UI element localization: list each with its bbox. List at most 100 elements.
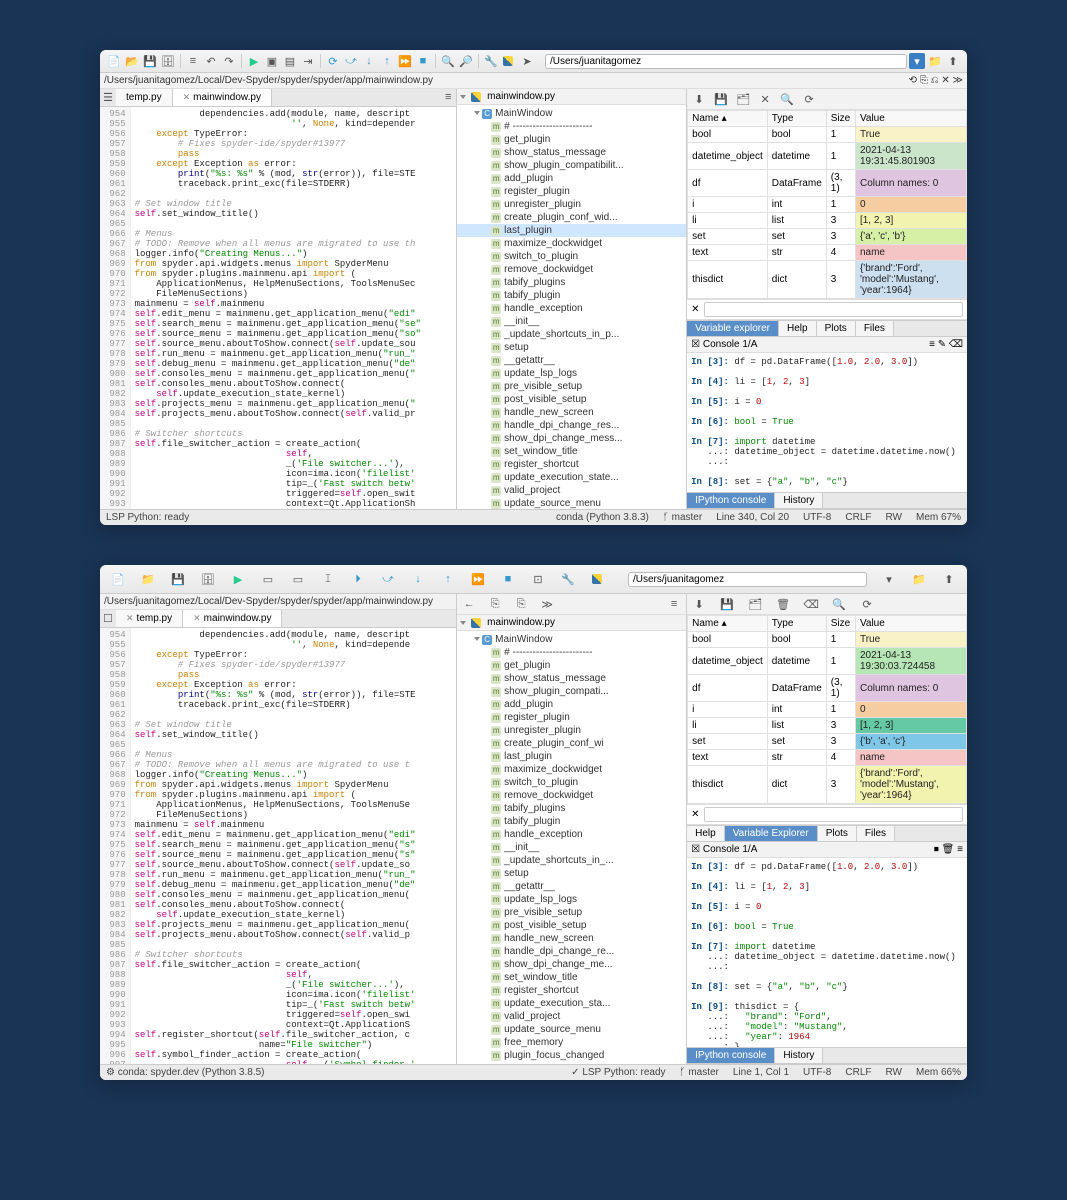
pane-tab-variable-explorer[interactable]: Variable explorer — [687, 321, 779, 336]
outline-item[interactable]: mpre_visible_setup — [457, 380, 686, 393]
save-as-icon[interactable]: 🗂 — [747, 596, 763, 612]
tab-temp-py[interactable]: ✕ temp.py — [116, 610, 183, 627]
outline-item[interactable]: m__getattr__ — [457, 880, 686, 893]
working-dir-input[interactable] — [545, 54, 907, 69]
save-data-icon[interactable]: 💾 — [713, 91, 729, 107]
var-row[interactable]: boolbool1True — [688, 632, 967, 648]
open-file-icon[interactable]: 📂 — [124, 53, 140, 69]
outline-item[interactable]: mregister_plugin — [457, 185, 686, 198]
outline-item[interactable]: mshow_status_message — [457, 672, 686, 685]
pane-tab-help[interactable]: Help — [687, 826, 725, 841]
var-row[interactable]: datetime_objectdatetime12021-04-13 19:30… — [688, 648, 967, 675]
redo-icon[interactable]: ↷ — [221, 53, 237, 69]
outline-item[interactable]: mswitch_to_plugin — [457, 250, 686, 263]
outline-item[interactable]: mpost_visible_setup — [457, 919, 686, 932]
search-var-icon[interactable]: 🔍 — [779, 91, 795, 107]
outline-item[interactable]: mget_plugin — [457, 659, 686, 672]
delete-all-icon[interactable]: ✕ — [757, 91, 773, 107]
pane-tab-files[interactable]: Files — [857, 826, 895, 841]
pane-tab-plots[interactable]: Plots — [818, 826, 857, 841]
outline-item[interactable]: mmaximize_dockwidget — [457, 763, 686, 776]
pane-tab-plots[interactable]: Plots — [817, 321, 856, 336]
delete-all-icon[interactable]: ⌫ — [803, 596, 819, 612]
var-row[interactable]: lilist3[1, 2, 3] — [688, 213, 967, 229]
console-output[interactable]: In [3]: df = pd.DataFrame([1.0, 2.0, 3.0… — [687, 858, 967, 1047]
new-file-icon[interactable]: 📄 — [106, 53, 122, 69]
console-close-icon[interactable]: ☒ — [691, 844, 700, 855]
tab-list-icon[interactable]: ☐ — [100, 610, 116, 626]
outline-item[interactable]: mlast_plugin — [457, 750, 686, 763]
outline-item[interactable]: mlast_plugin — [457, 224, 686, 237]
save-icon[interactable]: 💾 — [142, 53, 158, 69]
var-row[interactable]: thisdictdict3{'brand':'Ford', 'model':'M… — [688, 766, 967, 804]
outline-file[interactable]: mainwindow.py — [487, 617, 555, 628]
options-icon[interactable]: ≡ — [666, 596, 682, 612]
dropdown-icon[interactable]: ▾ — [909, 53, 925, 69]
tab-list-icon[interactable]: ☰ — [100, 89, 116, 105]
pane-tab-variable-explorer[interactable]: Variable Explorer — [725, 826, 818, 841]
wrench-icon[interactable]: 🔧 — [560, 571, 576, 587]
outline-item[interactable]: madd_plugin — [457, 698, 686, 711]
outline-item[interactable]: mupdate_lsp_logs — [457, 367, 686, 380]
var-row[interactable]: iint10 — [688, 702, 967, 718]
pane-tab-history[interactable]: History — [775, 493, 823, 508]
outline-item[interactable]: msetup — [457, 341, 686, 354]
outline-item[interactable]: mshow_plugin_compati... — [457, 685, 686, 698]
outline-item[interactable]: mhandle_dpi_change_re... — [457, 945, 686, 958]
outline-item[interactable]: munregister_plugin — [457, 724, 686, 737]
step-over-icon[interactable]: ⤻ — [343, 53, 359, 69]
zoom-out-icon[interactable]: 🔎 — [458, 53, 474, 69]
options-icon[interactable]: ≡ — [440, 89, 456, 105]
outline-item[interactable]: m_update_shortcuts_in_p... — [457, 328, 686, 341]
outline-item[interactable]: mupdate_execution_state... — [457, 471, 686, 484]
refresh-icon[interactable]: ⟳ — [859, 596, 875, 612]
save-data-icon[interactable]: 💾 — [719, 596, 735, 612]
var-row[interactable]: dfDataFrame(3, 1)Column names: 0 — [688, 170, 967, 197]
save-icon[interactable]: 💾 — [170, 571, 186, 587]
console-output[interactable]: In [3]: df = pd.DataFrame([1.0, 2.0, 3.0… — [687, 353, 967, 492]
outline-item[interactable]: m__init__ — [457, 841, 686, 854]
pane-tab-history[interactable]: History — [775, 1048, 823, 1063]
var-row[interactable]: datetime_objectdatetime12021-04-13 19:31… — [688, 143, 967, 170]
run-icon[interactable]: ▶ — [230, 571, 246, 587]
close-tab-icon[interactable]: ✕ — [126, 613, 134, 624]
dropdown-icon[interactable]: ▾ — [881, 571, 897, 587]
step-over-icon[interactable]: ⤻ — [380, 571, 396, 587]
var-col-value[interactable]: Value — [855, 616, 966, 632]
outline-item[interactable]: mhandle_exception — [457, 302, 686, 315]
outline-item[interactable]: mshow_plugin_compatibilit... — [457, 159, 686, 172]
debug-icon[interactable]: ⟳ — [325, 53, 341, 69]
save-all-icon[interactable]: 🗄 — [160, 53, 176, 69]
outline-item[interactable]: mremove_dockwidget — [457, 263, 686, 276]
outline-item[interactable]: m__init__ — [457, 315, 686, 328]
outline-item[interactable]: mremove_dockwidget — [457, 789, 686, 802]
tab-temp-py[interactable]: temp.py — [116, 89, 173, 106]
outline-item[interactable]: m__getattr__ — [457, 354, 686, 367]
outline-item[interactable]: mshow_dpi_change_me... — [457, 958, 686, 971]
debug-icon[interactable]: ⏵ — [350, 571, 366, 587]
var-col-size[interactable]: Size — [826, 616, 855, 632]
run-cell-icon[interactable]: ▣ — [264, 53, 280, 69]
var-row[interactable]: textstr4name — [688, 750, 967, 766]
outline-item[interactable]: mregister_plugin — [457, 711, 686, 724]
run-cell-advance-icon[interactable]: ▤ — [282, 53, 298, 69]
var-col-name[interactable]: Name ▴ — [688, 616, 768, 632]
outline-item[interactable]: mcreate_plugin_conf_wid... — [457, 211, 686, 224]
pane-tab-help[interactable]: Help — [779, 321, 817, 336]
back-icon[interactable]: ← — [461, 596, 477, 612]
wrench-icon[interactable]: 🔧 — [483, 53, 499, 69]
close-tab-icon[interactable]: ✕ — [183, 92, 191, 103]
run-cell-icon[interactable]: ▭ — [260, 571, 276, 587]
var-row[interactable]: iint10 — [688, 197, 967, 213]
outline-item[interactable]: mtabify_plugins — [457, 276, 686, 289]
outline-item[interactable]: mupdate_source_menu — [457, 497, 686, 509]
browse-folder-icon[interactable]: 📁 — [911, 571, 927, 587]
working-dir-input[interactable] — [628, 572, 867, 587]
outline-item[interactable]: mswitch_to_plugin — [457, 776, 686, 789]
run-icon[interactable]: ▶ — [246, 53, 262, 69]
copy2-icon[interactable]: ⎘ — [513, 596, 529, 612]
console-options-icon[interactable]: ⏹ 🗑 ≡ — [934, 844, 963, 855]
outline-item[interactable]: mtabify_plugin — [457, 815, 686, 828]
outline-item[interactable]: mhandle_dpi_change_res... — [457, 419, 686, 432]
parent-folder-icon[interactable]: ⬆ — [941, 571, 957, 587]
